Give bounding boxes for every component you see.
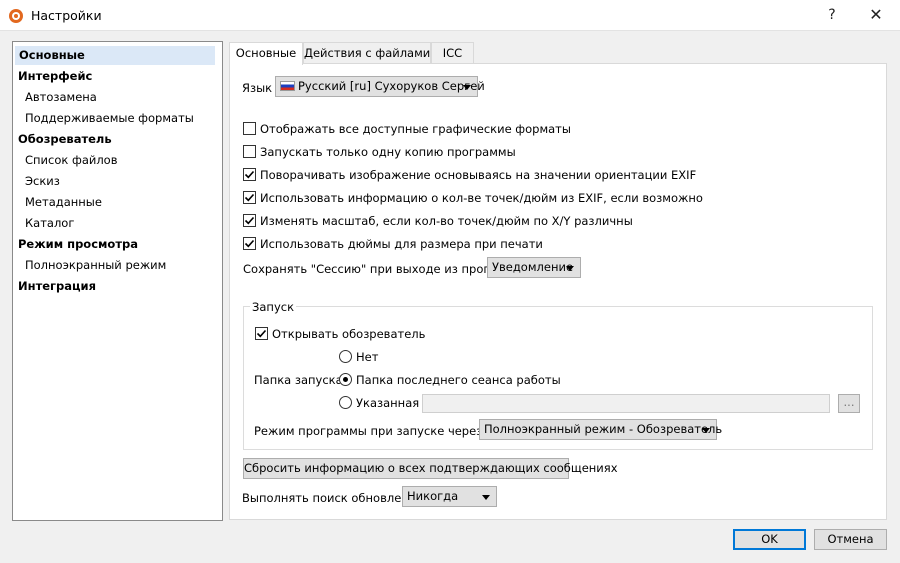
update-check-label: Выполнять поиск обновлений bbox=[242, 491, 424, 505]
startup-folder-label: Папка запуска: bbox=[254, 373, 347, 387]
chevron-down-icon bbox=[482, 495, 490, 500]
sidebar-item-metadata[interactable]: Метаданные bbox=[25, 193, 102, 212]
session-select[interactable]: Уведомление bbox=[487, 257, 581, 278]
open-browser-label: Открывать обозреватель bbox=[272, 327, 426, 341]
close-button[interactable]: ✕ bbox=[862, 4, 890, 26]
language-select[interactable]: Русский [ru] Сухоруков Сергей bbox=[275, 76, 485, 97]
sidebar-item-file-list[interactable]: Список файлов bbox=[25, 151, 118, 170]
help-button[interactable]: ? bbox=[818, 4, 846, 26]
startup-group-label: Запуск bbox=[250, 300, 297, 314]
radio-last-session-folder[interactable] bbox=[339, 373, 352, 386]
title-bar: Настройки ? ✕ bbox=[0, 0, 900, 31]
chevron-down-icon bbox=[566, 266, 574, 271]
checkbox-open-browser[interactable] bbox=[255, 327, 268, 340]
radio-label: Указанная bbox=[356, 396, 420, 410]
checkbox-exif-rotate[interactable] bbox=[243, 168, 256, 181]
radio-label: Папка последнего сеанса работы bbox=[356, 373, 561, 387]
checkbox-label: Изменять масштаб, если кол-во точек/дюйм… bbox=[260, 214, 633, 228]
checkbox-exif-dpi[interactable] bbox=[243, 191, 256, 204]
sidebar-item-catalog[interactable]: Каталог bbox=[25, 214, 74, 233]
checkbox-label: Отображать все доступные графические фор… bbox=[260, 122, 571, 136]
startup-mode-value: Полноэкранный режим - Обозреватель bbox=[484, 422, 723, 436]
russia-flag-icon bbox=[280, 81, 295, 91]
update-check-value: Никогда bbox=[407, 489, 459, 503]
checkbox-dpi-scale[interactable] bbox=[243, 214, 256, 227]
startup-mode-select[interactable]: Полноэкранный режим - Обозреватель bbox=[479, 419, 722, 440]
tab-file-actions[interactable]: Действия с файлами bbox=[303, 42, 431, 64]
language-label: Язык bbox=[242, 81, 273, 95]
checkbox-label: Использовать информацию о кол-ве точек/д… bbox=[260, 191, 703, 205]
general-settings-panel: Язык Русский [ru] Сухоруков Сергей Отобр… bbox=[229, 63, 887, 520]
cancel-button[interactable]: Отмена bbox=[814, 529, 887, 550]
sidebar-item-thumbnail[interactable]: Эскиз bbox=[25, 172, 60, 191]
tab-icc[interactable]: ICC bbox=[431, 42, 474, 64]
language-value: Русский [ru] Сухоруков Сергей bbox=[298, 79, 485, 93]
app-icon bbox=[8, 8, 24, 24]
update-check-select[interactable]: Никогда bbox=[402, 486, 497, 507]
checkbox-label: Поворачивать изображение основываясь на … bbox=[260, 168, 697, 182]
sidebar-item-autoreplace[interactable]: Автозамена bbox=[25, 88, 97, 107]
sidebar-item-supported-formats[interactable]: Поддерживаемые форматы bbox=[25, 109, 194, 128]
radio-specified-folder[interactable] bbox=[339, 396, 352, 409]
checkbox-print-inches[interactable] bbox=[243, 237, 256, 250]
sidebar-item-interface[interactable]: Интерфейс bbox=[18, 67, 92, 86]
settings-category-tree: Основные Интерфейс Автозамена Поддержива… bbox=[12, 41, 223, 521]
chevron-down-icon bbox=[463, 85, 471, 90]
checkbox-show-all-formats[interactable] bbox=[243, 122, 256, 135]
startup-folder-path-input[interactable] bbox=[422, 394, 830, 413]
ok-button[interactable]: OK bbox=[733, 529, 806, 550]
sidebar-item-view-mode[interactable]: Режим просмотра bbox=[18, 235, 138, 254]
window-title: Настройки bbox=[31, 8, 102, 23]
checkbox-label: Запускать только одну копию программы bbox=[260, 145, 516, 159]
tab-general[interactable]: Основные bbox=[229, 42, 303, 65]
browse-folder-button[interactable]: ... bbox=[838, 394, 860, 413]
sidebar-item-general[interactable]: Основные bbox=[15, 46, 215, 65]
radio-none[interactable] bbox=[339, 350, 352, 363]
radio-label: Нет bbox=[356, 350, 379, 364]
reset-confirmations-button[interactable]: Сбросить информацию о всех подтверждающи… bbox=[243, 458, 618, 479]
sidebar-item-fullscreen[interactable]: Полноэкранный режим bbox=[25, 256, 166, 275]
sidebar-item-integration[interactable]: Интеграция bbox=[18, 277, 96, 296]
checkbox-single-instance[interactable] bbox=[243, 145, 256, 158]
checkbox-label: Использовать дюймы для размера при печат… bbox=[260, 237, 543, 251]
session-value: Уведомление bbox=[492, 260, 574, 274]
chevron-down-icon bbox=[702, 428, 710, 433]
sidebar-item-browser[interactable]: Обозреватель bbox=[18, 130, 112, 149]
